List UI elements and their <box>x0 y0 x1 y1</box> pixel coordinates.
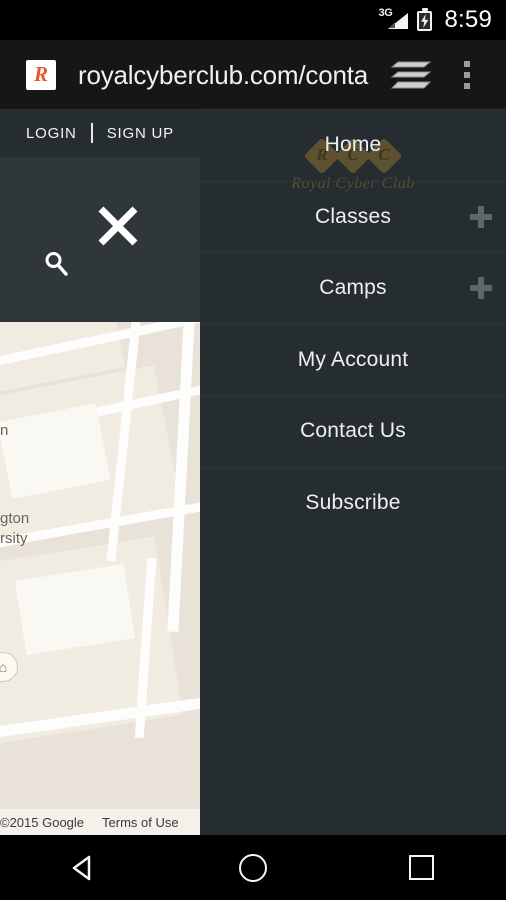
android-status-bar: 3G 8:59 <box>0 0 506 40</box>
menu-item-classes[interactable]: Classes <box>200 180 506 253</box>
status-clock: 8:59 <box>444 6 492 33</box>
auth-divider <box>90 123 93 143</box>
search-button[interactable] <box>42 249 70 277</box>
menu-item-my-account[interactable]: My Account <box>200 323 506 396</box>
signal-strength-icon: 3G <box>378 8 409 32</box>
tab-stack-icon <box>390 61 432 88</box>
favicon-letter: R <box>33 62 48 86</box>
recents-square-icon <box>409 855 435 880</box>
menu-item-label: Home <box>324 133 382 157</box>
overflow-dot-2 <box>464 71 470 78</box>
close-menu-button[interactable] <box>96 204 140 248</box>
search-overlay-panel <box>0 157 200 322</box>
expand-plus-icon[interactable] <box>470 205 492 228</box>
map-copyright: ©2015 Google <box>0 814 85 830</box>
navigation-drawer: R C C Royal Cyber Club Home Classes Camp… <box>200 109 506 835</box>
login-link[interactable]: LOGIN <box>26 125 77 142</box>
expand-plus-icon[interactable] <box>470 277 492 300</box>
page-content-column: LOGIN SIGN UP n gton rsity ⌂ ©2015 Googl… <box>0 109 200 835</box>
map-label: gton <box>0 510 30 527</box>
menu-item-contact-us[interactable]: Contact Us <box>200 395 506 467</box>
back-triangle-icon <box>73 855 91 880</box>
overflow-dot-3 <box>464 82 470 89</box>
menu-item-label: Classes <box>314 204 392 228</box>
overflow-menu-button[interactable] <box>442 49 492 101</box>
web-page-viewport: LOGIN SIGN UP n gton rsity ⌂ ©2015 Googl… <box>0 109 506 835</box>
map-attribution-bar: ©2015 Google Terms of Use <box>0 809 200 835</box>
tab-stack-button[interactable] <box>384 49 436 101</box>
device-screen: 3G 8:59 R royalcyberclub.com/conta LOGIN… <box>0 0 506 900</box>
browser-toolbar: R royalcyberclub.com/conta <box>0 40 506 109</box>
poi-icon: ⌂ <box>0 659 8 675</box>
map-label: rsity <box>0 530 28 547</box>
menu-item-camps[interactable]: Camps <box>200 252 506 324</box>
nav-home-button[interactable] <box>213 835 293 900</box>
auth-bar: LOGIN SIGN UP <box>0 109 200 157</box>
map-terms-link[interactable]: Terms of Use <box>102 815 179 830</box>
google-map[interactable]: n gton rsity ⌂ + − ©2015 Google Terms of… <box>0 322 200 835</box>
signal-bars-icon <box>388 13 409 29</box>
map-label: n <box>0 422 9 439</box>
overflow-dot-1 <box>464 60 470 67</box>
nav-back-button[interactable] <box>44 835 124 900</box>
menu-item-label: My Account <box>297 347 409 371</box>
home-circle-icon <box>238 853 267 882</box>
menu-item-home[interactable]: Home <box>200 109 506 181</box>
nav-recents-button[interactable] <box>382 835 462 900</box>
search-icon <box>45 252 68 276</box>
close-icon <box>98 206 138 246</box>
menu-item-label: Camps <box>319 276 387 300</box>
signup-link[interactable]: SIGN UP <box>107 125 174 142</box>
site-favicon-icon: R <box>26 59 56 90</box>
url-bar[interactable]: royalcyberclub.com/conta <box>78 60 384 90</box>
menu-item-label: Subscribe <box>305 490 401 514</box>
menu-item-label: Contact Us <box>300 419 406 443</box>
menu-item-subscribe[interactable]: Subscribe <box>200 466 506 539</box>
battery-charging-icon <box>417 8 433 31</box>
android-navigation-bar <box>0 835 506 900</box>
